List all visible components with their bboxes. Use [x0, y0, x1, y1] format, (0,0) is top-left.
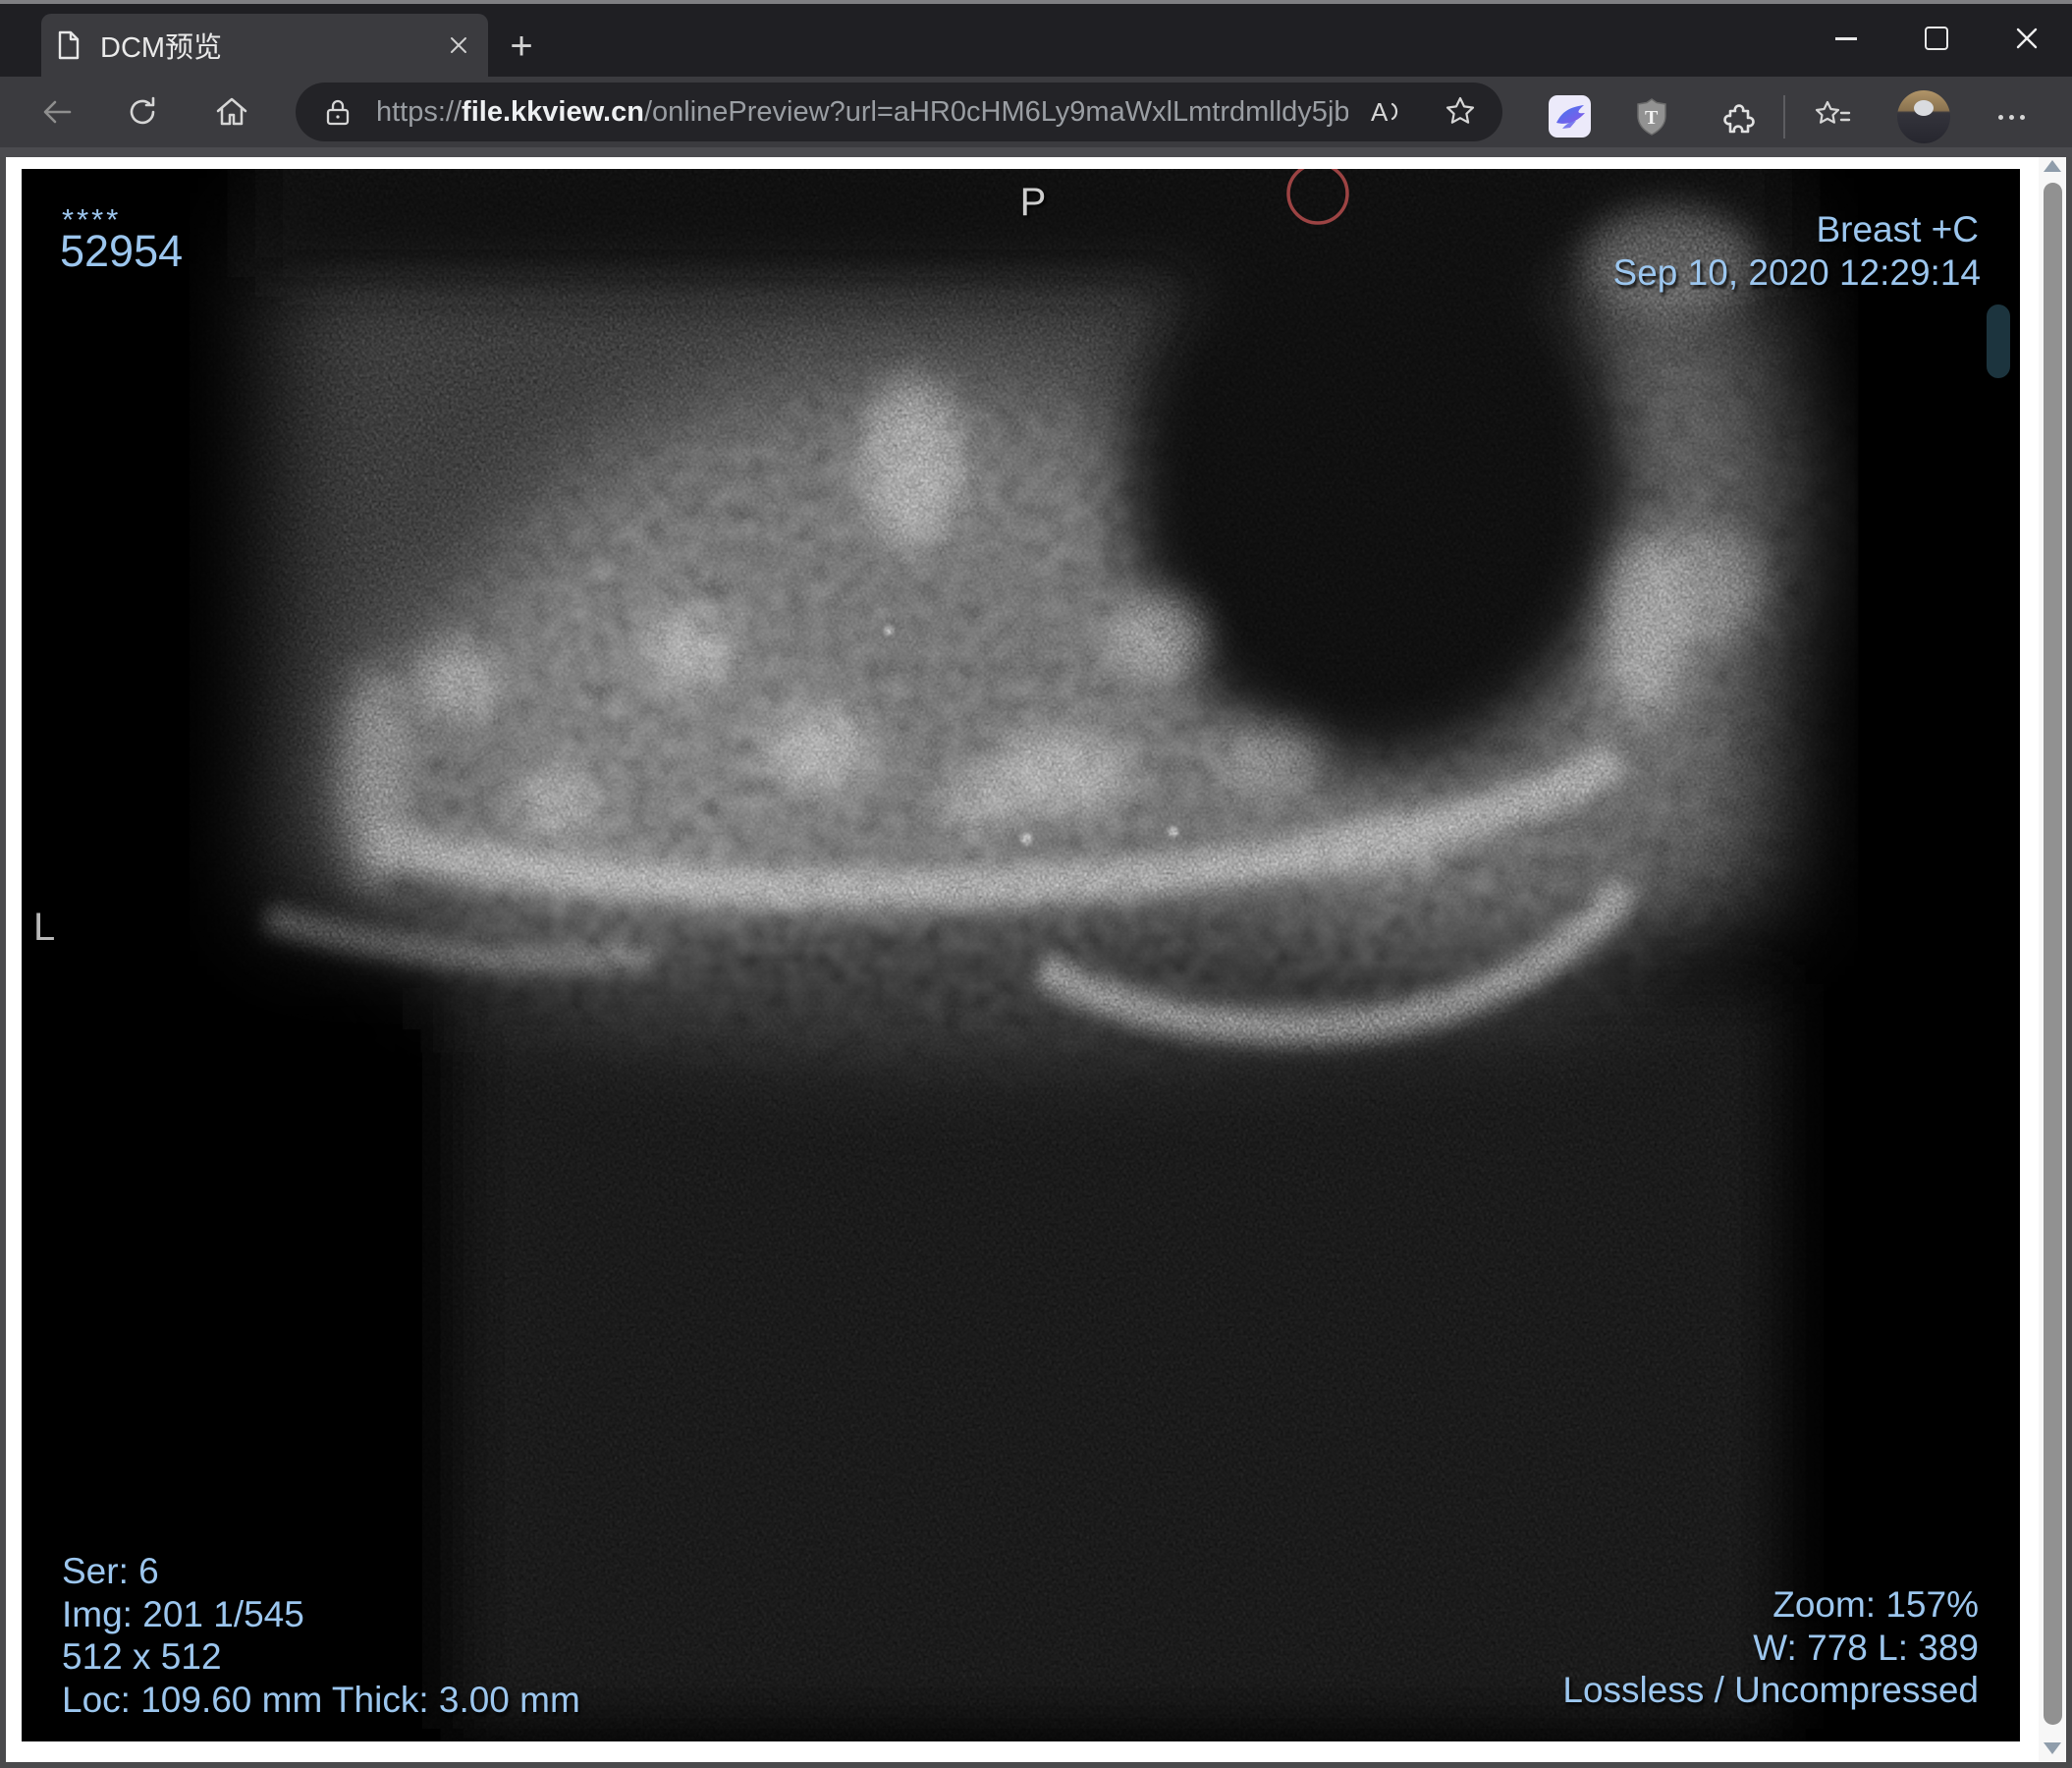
read-aloud-icon[interactable]: A [1363, 90, 1408, 134]
svg-text:A: A [1371, 97, 1389, 127]
home-button[interactable] [210, 90, 253, 134]
collections-icon[interactable] [1812, 96, 1853, 138]
url-path: /onlinePreview?url=aHR0cHM6Ly9maWxlLmtrd… [643, 95, 1348, 128]
image-info-block: Ser: 6 Img: 201 1/545 512 x 512 Loc: 109… [62, 1550, 580, 1721]
toolbar-divider [1783, 95, 1785, 138]
orientation-marker-left: L [33, 906, 56, 949]
url-scheme: https:// [376, 95, 463, 128]
scrollbar-down-arrow-icon[interactable] [2044, 1742, 2061, 1754]
profile-avatar[interactable] [1897, 90, 1950, 143]
minimize-button[interactable] [1801, 4, 1891, 73]
favorite-star-icon[interactable] [1438, 90, 1483, 134]
back-button[interactable] [35, 90, 79, 134]
close-button[interactable] [1982, 4, 2072, 73]
image-number: Img: 201 1/545 [62, 1593, 304, 1634]
toolbar-bottom-strip [0, 147, 2072, 157]
settings-menu-icon[interactable] [1988, 96, 2035, 138]
orientation-marker-posterior: P [1019, 181, 1047, 224]
tab-close-icon[interactable] [443, 29, 474, 61]
reload-button[interactable] [121, 90, 164, 134]
scrollbar-up-arrow-icon[interactable] [2044, 160, 2061, 172]
window-level: W: 778 L: 389 [1753, 1627, 1979, 1668]
series-number: Ser: 6 [62, 1551, 159, 1591]
svg-text:T: T [1645, 107, 1659, 129]
url-host: file.kkview.cn [462, 95, 644, 128]
browser-tab[interactable]: DCM预览 [41, 14, 488, 77]
maximize-button[interactable] [1891, 4, 1982, 73]
zoom-level: Zoom: 157% [1772, 1584, 1979, 1625]
extensions-puzzle-icon[interactable] [1719, 96, 1761, 138]
compression-info: Lossless / Uncompressed [1562, 1670, 1979, 1710]
page-scrollbar-thumb[interactable] [2044, 183, 2062, 1725]
avatar-face [1914, 100, 1934, 116]
address-bar[interactable]: https://file.kkview.cn/onlinePreview?url… [296, 83, 1502, 141]
series-scroll-thumb[interactable] [1987, 304, 2010, 378]
new-tab-button[interactable]: + [503, 27, 540, 66]
dicom-viewport[interactable]: **** 52954 Breast +C Sep 10, 2020 12:29:… [22, 169, 2020, 1741]
document-icon [58, 30, 80, 60]
patient-id: 52954 [60, 226, 184, 276]
tab-title: DCM预览 [100, 32, 223, 64]
url-text[interactable]: https://file.kkview.cn/onlinePreview?url… [376, 96, 1348, 129]
slice-location: Loc: 109.60 mm Thick: 3.00 mm [62, 1679, 580, 1720]
shield-extension-icon[interactable]: T [1631, 96, 1672, 138]
study-description: Breast +C [1816, 209, 1979, 249]
study-datetime: Sep 10, 2020 12:29:14 [1612, 252, 1981, 293]
window-controls [1801, 4, 2072, 73]
lock-icon[interactable] [325, 97, 351, 127]
image-matrix: 512 x 512 [62, 1636, 222, 1677]
display-info-block: Zoom: 157% W: 778 L: 389 Lossless / Unco… [1562, 1583, 1979, 1712]
download-extension-icon[interactable] [1549, 95, 1591, 138]
mri-image [22, 169, 2020, 1741]
